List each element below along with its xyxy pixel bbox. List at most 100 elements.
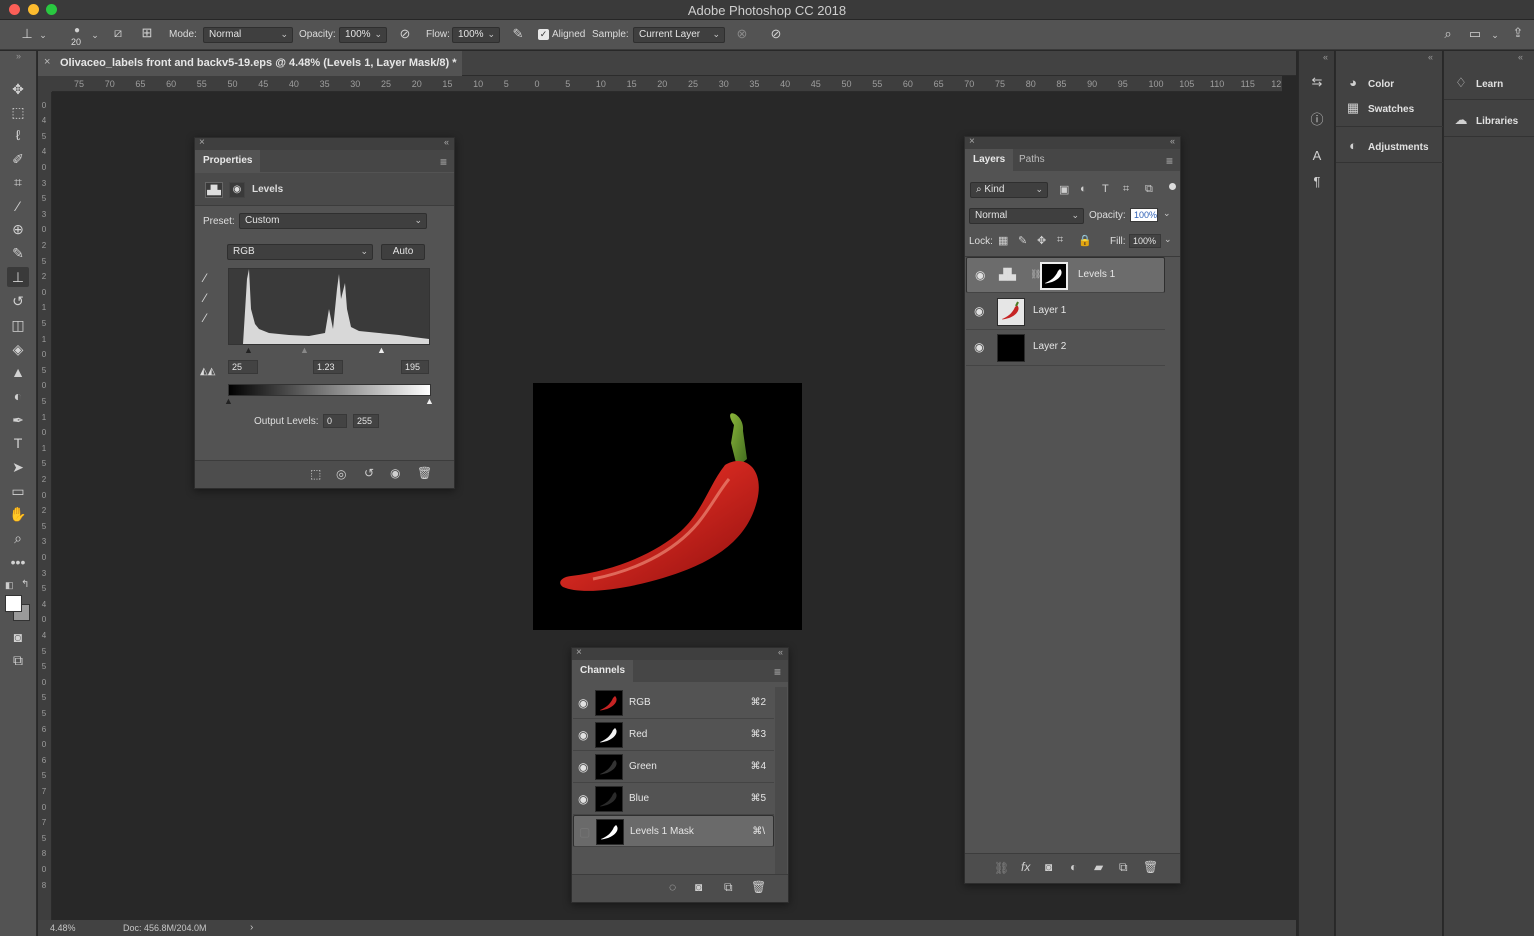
sample-select[interactable]: Current Layer ⌄ [633, 27, 725, 43]
chevron-down-icon[interactable]: ⌄ [1164, 234, 1172, 245]
filter-adjustment-icon[interactable]: ◐ [1080, 183, 1087, 195]
zoom-tool-icon[interactable]: ⌕ [7, 528, 29, 548]
history-icon[interactable]: ⇆ [1308, 75, 1326, 89]
filter-type-icon[interactable]: T [1102, 183, 1109, 195]
close-panel-icon[interactable]: × [199, 137, 205, 148]
more-tools-icon[interactable]: ••• [7, 552, 29, 572]
channel-row-red[interactable]: ◉ Red ⌘3 [573, 719, 774, 751]
collapse-toolbar-icon[interactable]: » [16, 51, 21, 61]
filter-toggle[interactable] [1169, 183, 1176, 190]
ruler-origin[interactable] [38, 76, 52, 92]
quick-mask-icon[interactable]: ◙ [7, 627, 29, 647]
clone-stamp-tool-icon[interactable]: ⊥ [7, 267, 29, 287]
visibility-toggle[interactable]: ▢ [579, 825, 590, 839]
visibility-eye-icon[interactable]: ◉ [578, 760, 588, 774]
brush-settings-icon[interactable]: ⧄ [110, 26, 126, 40]
filter-pixel-icon[interactable]: ▣ [1059, 183, 1069, 196]
healing-brush-tool-icon[interactable]: ⊕ [7, 219, 29, 239]
auto-button[interactable]: Auto [381, 244, 425, 260]
output-black-field[interactable]: 0 [323, 414, 347, 428]
chevron-down-icon[interactable]: ⌄ [1490, 28, 1500, 42]
share-icon[interactable]: ⇪ [1510, 26, 1526, 40]
clip-to-layer-icon[interactable]: ⬚ [310, 467, 321, 481]
new-adjustment-layer-icon[interactable]: ◐ [1070, 860, 1077, 874]
layer-mask-thumbnail[interactable] [1040, 262, 1068, 290]
save-selection-icon[interactable]: ◙ [695, 880, 702, 894]
output-white-field[interactable]: 255 [353, 414, 379, 428]
tab-channels[interactable]: Channels [572, 660, 634, 682]
close-panel-icon[interactable]: × [969, 136, 975, 147]
document-canvas[interactable] [533, 383, 802, 630]
visibility-eye-icon[interactable]: ◉ [975, 268, 985, 282]
input-white-slider[interactable]: ▲ [377, 345, 386, 355]
panel-menu-icon[interactable]: ≡ [774, 665, 781, 679]
trash-icon[interactable]: 🗑 [417, 466, 432, 480]
gray-point-eyedropper-icon[interactable]: ⁄ [204, 291, 206, 305]
lock-transparent-icon[interactable]: ▦ [998, 234, 1008, 247]
aligned-checkbox[interactable]: ✓ [538, 29, 549, 40]
output-white-slider[interactable]: ▲ [425, 396, 434, 406]
view-previous-state-icon[interactable]: ◎ [336, 467, 346, 481]
layer-row-layer-2[interactable]: ◉ Layer 2 [966, 330, 1165, 366]
dock-item-swatches[interactable]: ▦ Swatches [1344, 97, 1414, 119]
collapse-panel-icon[interactable]: « [444, 137, 449, 147]
levels-adjustment-icon[interactable]: ▟▙ [205, 182, 223, 198]
new-group-icon[interactable]: ▰ [1094, 860, 1103, 874]
ignore-adjustment-layers-icon[interactable]: ⊗ [734, 27, 750, 41]
dock-item-adjustments[interactable]: ◐ Adjustments [1344, 135, 1429, 157]
lasso-tool-icon[interactable]: ℓ [7, 125, 29, 145]
reset-icon[interactable]: ↺ [364, 466, 374, 480]
document-tab[interactable]: × Olivaceo_labels front and backv5-19.ep… [38, 51, 462, 76]
fill-field[interactable]: 100% [1129, 234, 1161, 248]
mode-select[interactable]: Normal ⌄ [203, 27, 293, 43]
default-colors-icon[interactable]: ◧ [5, 580, 14, 591]
channel-row-green[interactable]: ◉ Green ⌘4 [573, 751, 774, 783]
clone-source-icon[interactable]: ⊞ [139, 26, 155, 40]
swap-colors-icon[interactable]: ↰ [21, 579, 29, 590]
tab-layers[interactable]: Layers [965, 149, 1014, 171]
input-gamma-field[interactable]: 1.23 [313, 360, 343, 374]
crop-tool-icon[interactable]: ⌗ [7, 172, 29, 192]
blur-tool-icon[interactable]: ▲ [7, 362, 29, 382]
eraser-tool-icon[interactable]: ◫ [7, 315, 29, 335]
info-icon[interactable]: ⓘ [1308, 113, 1326, 127]
dock-item-learn[interactable]: ♢ Learn [1452, 72, 1503, 94]
channel-select[interactable]: RGB ⌄ [227, 244, 373, 260]
search-icon[interactable]: ⌕ [1440, 27, 1456, 41]
chevron-down-icon[interactable]: ⌄ [90, 28, 100, 42]
history-brush-tool-icon[interactable]: ↺ [7, 291, 29, 311]
collapse-icon[interactable]: « [1428, 52, 1433, 62]
status-menu-chevron-icon[interactable]: › [250, 922, 253, 933]
airbrush-icon[interactable]: ✎ [509, 27, 527, 41]
eyedropper-tool-icon[interactable]: ⁄ [7, 196, 29, 216]
close-panel-icon[interactable]: × [576, 647, 582, 658]
trash-icon[interactable]: 🗑 [751, 880, 766, 894]
type-tool-icon[interactable]: T [7, 433, 29, 453]
load-selection-icon[interactable]: ◌ [669, 880, 676, 894]
zoom-level[interactable]: 4.48% [50, 923, 76, 933]
collapse-panel-icon[interactable]: « [1170, 136, 1175, 146]
input-white-field[interactable]: 195 [401, 360, 429, 374]
panel-menu-icon[interactable]: ≡ [440, 155, 447, 169]
paint-bucket-tool-icon[interactable]: ◈ [7, 339, 29, 359]
dodge-tool-icon[interactable]: ◐ [7, 386, 29, 406]
path-selection-tool-icon[interactable]: ➤ [7, 457, 29, 477]
lock-position-icon[interactable]: ✥ [1037, 234, 1046, 247]
brush-tool-icon[interactable]: ✎ [7, 243, 29, 263]
layer-opacity-field[interactable]: 100% [1130, 208, 1158, 222]
white-point-eyedropper-icon[interactable]: ⁄ [204, 311, 206, 325]
calculate-histogram-icon[interactable]: ◭◭ [200, 366, 215, 377]
tab-paths[interactable]: Paths [1011, 149, 1053, 171]
new-channel-icon[interactable]: ⧉ [724, 880, 733, 895]
collapse-panel-icon[interactable]: « [778, 647, 783, 657]
collapse-icon[interactable]: « [1518, 52, 1523, 62]
trash-icon[interactable]: 🗑 [1143, 860, 1158, 874]
layer-filter-select[interactable]: ⌕ Kind ⌄ [970, 182, 1048, 198]
foreground-color-swatch[interactable] [5, 595, 22, 612]
workspace-icon[interactable]: ▭ [1466, 27, 1484, 41]
mask-icon[interactable]: ◉ [229, 182, 245, 198]
input-black-slider[interactable]: ▲ [244, 345, 253, 355]
rectangle-tool-icon[interactable]: ▭ [7, 481, 29, 501]
channel-scrollbar[interactable] [775, 687, 787, 879]
lock-artboard-icon[interactable]: ⌗ [1057, 234, 1063, 247]
